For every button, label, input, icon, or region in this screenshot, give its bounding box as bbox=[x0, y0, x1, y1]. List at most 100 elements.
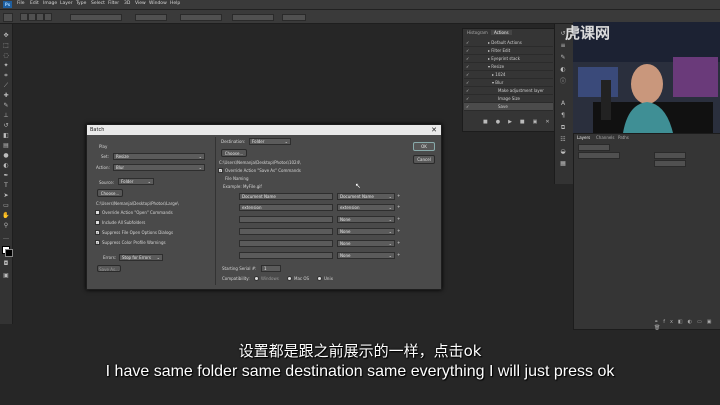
feather-field[interactable] bbox=[70, 14, 122, 21]
move-tool-icon[interactable]: ✥ bbox=[2, 32, 10, 40]
glyphs-panel-icon[interactable]: ⧉ bbox=[559, 124, 567, 132]
menu-select[interactable]: Select bbox=[91, 1, 105, 6]
character-panel-icon[interactable]: A bbox=[559, 100, 567, 108]
crop-tool-icon[interactable]: ⌗ bbox=[2, 72, 10, 80]
compat-windows-radio[interactable] bbox=[254, 276, 259, 281]
brush-panel-icon[interactable]: ✎ bbox=[559, 54, 567, 62]
path-selection-icon[interactable]: ➤ bbox=[2, 192, 10, 200]
screen-mode-icon[interactable]: ▣ bbox=[2, 272, 10, 280]
menu-help[interactable]: Help bbox=[170, 1, 180, 6]
gradient-tool-icon[interactable]: ▤ bbox=[2, 142, 10, 150]
menu-view[interactable]: View bbox=[135, 1, 146, 6]
source-select[interactable]: Folder ⌄ bbox=[118, 178, 154, 185]
override-open-checkbox[interactable] bbox=[95, 210, 100, 215]
style-select[interactable] bbox=[135, 14, 167, 21]
set-select[interactable]: Resize ⌄ bbox=[113, 153, 205, 160]
eyedropper-icon[interactable]: ⟋ bbox=[2, 82, 10, 90]
naming-select[interactable]: Document Name ⌄ bbox=[337, 193, 395, 200]
fill-field[interactable] bbox=[654, 160, 686, 167]
naming-select[interactable]: None ⌄ bbox=[337, 228, 395, 235]
naming-select[interactable]: extension ⌄ bbox=[337, 204, 395, 211]
more-tools-icon[interactable]: … bbox=[2, 234, 10, 242]
layer-filter-select[interactable] bbox=[578, 144, 610, 151]
action-row[interactable]: ✓ ▸ Filter Edit bbox=[464, 47, 553, 55]
source-choose-button[interactable]: Choose... bbox=[97, 189, 123, 197]
lasso-tool-icon[interactable]: ◌ bbox=[2, 52, 10, 60]
selection-add-icon[interactable] bbox=[28, 13, 36, 21]
tab-actions[interactable]: Actions bbox=[491, 30, 512, 35]
compat-mac-radio[interactable] bbox=[287, 276, 292, 281]
menu-image[interactable]: Image bbox=[43, 1, 57, 6]
naming-select[interactable]: None ⌄ bbox=[337, 216, 395, 223]
info-panel-icon[interactable]: ⓘ bbox=[559, 78, 567, 86]
history-brush-icon[interactable]: ↺ bbox=[2, 122, 10, 130]
serial-input[interactable]: 1 bbox=[261, 265, 281, 272]
naming-field[interactable] bbox=[239, 228, 333, 235]
close-icon[interactable]: ✕ bbox=[431, 125, 437, 135]
tab-histogram[interactable]: Histogram bbox=[467, 30, 488, 35]
eraser-tool-icon[interactable]: ◧ bbox=[2, 132, 10, 140]
color-panel-icon[interactable]: ◒ bbox=[559, 148, 567, 156]
include-subfolders-checkbox[interactable] bbox=[95, 220, 100, 225]
paragraph-panel-icon[interactable]: ¶ bbox=[559, 112, 567, 120]
cancel-button[interactable]: Cancel bbox=[413, 155, 435, 164]
suppress-open-checkbox[interactable]: ✓ bbox=[95, 230, 100, 235]
action-row[interactable]: ✓ Make adjustment layer bbox=[464, 87, 553, 95]
dodge-tool-icon[interactable]: ◐ bbox=[2, 162, 10, 170]
destination-choose-button[interactable]: Choose... bbox=[221, 149, 247, 157]
action-select[interactable]: Blur ⌄ bbox=[113, 164, 205, 171]
naming-select[interactable]: None ⌄ bbox=[337, 240, 395, 247]
tool-preset-icon[interactable] bbox=[3, 13, 13, 22]
shape-tool-icon[interactable]: ▭ bbox=[2, 202, 10, 210]
quick-mask-icon[interactable]: ◘ bbox=[2, 260, 10, 268]
action-row[interactable]: ✓ ▾ Resize bbox=[464, 63, 553, 71]
menu-type[interactable]: Type bbox=[76, 1, 86, 6]
marquee-tool-icon[interactable]: ⬚ bbox=[2, 42, 10, 50]
selection-new-icon[interactable] bbox=[20, 13, 28, 21]
menu-3d[interactable]: 3D bbox=[124, 1, 130, 6]
save-as-button[interactable]: Save As... bbox=[97, 265, 121, 272]
suppress-color-checkbox[interactable]: ✓ bbox=[95, 240, 100, 245]
action-row-selected[interactable]: ✓ Save bbox=[464, 103, 553, 111]
background-color-swatch[interactable] bbox=[5, 249, 13, 257]
naming-field[interactable]: extension bbox=[239, 204, 333, 211]
naming-field[interactable]: Document Name bbox=[239, 193, 333, 200]
swatches-panel-icon[interactable]: ▦ bbox=[559, 160, 567, 168]
opacity-field[interactable] bbox=[654, 152, 686, 159]
action-row[interactable]: ✓ ▸ 1024 bbox=[464, 71, 553, 79]
menu-file[interactable]: File bbox=[17, 1, 25, 6]
compat-unix-radio[interactable] bbox=[317, 276, 322, 281]
tab-paths[interactable]: Paths bbox=[618, 135, 629, 140]
height-field[interactable] bbox=[232, 14, 274, 21]
naming-field[interactable] bbox=[239, 252, 333, 259]
zoom-tool-icon[interactable]: ⚲ bbox=[2, 222, 10, 230]
tab-channels[interactable]: Channels bbox=[596, 135, 615, 140]
action-row[interactable]: ✓ ▸ Default Actions bbox=[464, 39, 553, 47]
actions-footer-icons[interactable]: ■●▶■▣✕ bbox=[483, 119, 558, 125]
action-row[interactable]: ✓ Image Size bbox=[464, 95, 553, 103]
selection-subtract-icon[interactable] bbox=[36, 13, 44, 21]
healing-brush-icon[interactable]: ✚ bbox=[2, 92, 10, 100]
action-row[interactable]: ✓ ▸ Eyeprint stack bbox=[464, 55, 553, 63]
width-field[interactable] bbox=[180, 14, 222, 21]
layers-footer-icons[interactable]: ⚭fx◧◐▭▣🗑 bbox=[654, 319, 720, 331]
menu-layer[interactable]: Layer bbox=[60, 1, 73, 6]
properties-panel-icon[interactable]: ≡ bbox=[559, 42, 567, 50]
destination-select[interactable]: Folder ⌄ bbox=[249, 138, 291, 145]
pen-tool-icon[interactable]: ✒ bbox=[2, 172, 10, 180]
menu-filter[interactable]: Filter bbox=[108, 1, 119, 6]
tab-layers[interactable]: Layers bbox=[577, 135, 590, 140]
adjustments-panel-icon[interactable]: ◐ bbox=[559, 66, 567, 74]
select-and-mask-button[interactable] bbox=[282, 14, 306, 21]
type-tool-icon[interactable]: T bbox=[2, 182, 10, 190]
blend-mode-select[interactable] bbox=[578, 152, 620, 159]
menu-window[interactable]: Window bbox=[149, 1, 167, 6]
blur-tool-icon[interactable]: ● bbox=[2, 152, 10, 160]
hand-tool-icon[interactable]: ✋ bbox=[2, 212, 10, 220]
naming-field[interactable] bbox=[239, 240, 333, 247]
magic-wand-icon[interactable]: ✦ bbox=[2, 62, 10, 70]
naming-field[interactable] bbox=[239, 216, 333, 223]
selection-intersect-icon[interactable] bbox=[44, 13, 52, 21]
menu-edit[interactable]: Edit bbox=[30, 1, 39, 6]
brush-tool-icon[interactable]: ✎ bbox=[2, 102, 10, 110]
